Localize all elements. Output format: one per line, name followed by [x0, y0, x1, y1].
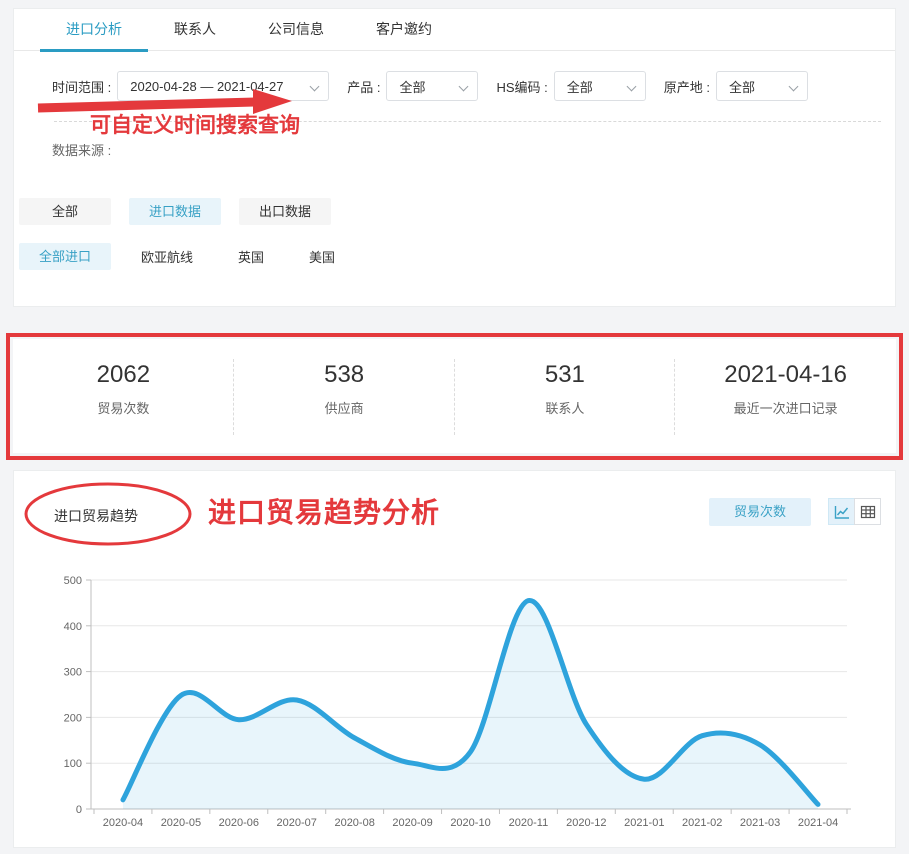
y-axis-label: 300 [64, 667, 82, 679]
chevron-down-icon [626, 82, 636, 92]
x-axis-label: 2020-09 [392, 817, 432, 829]
chevron-down-icon [459, 82, 469, 92]
hs-code-select[interactable]: 全部 [554, 71, 646, 101]
product-value: 全部 [399, 77, 425, 96]
x-axis-label: 2020-10 [450, 817, 490, 829]
stat-label: 最近一次进口记录 [675, 398, 896, 417]
origin-select[interactable]: 全部 [716, 71, 808, 101]
stat-label: 贸易次数 [13, 398, 234, 417]
x-axis-label: 2020-08 [334, 817, 374, 829]
x-axis-label: 2020-07 [277, 817, 317, 829]
x-axis-label: 2020-11 [509, 817, 549, 829]
y-axis-label: 500 [64, 575, 82, 587]
route-us-item[interactable]: 美国 [309, 247, 335, 266]
chart-title: 进口贸易趋势 [54, 506, 138, 526]
trend-area-chart: 0 100 200 300 400 500 2020-04 2020-05 2020-06 202… [14, 559, 897, 849]
stat-value: 531 [455, 361, 676, 389]
time-range-value: 2020-04-28 — 2021-04-27 [130, 79, 283, 94]
route-all-import-button[interactable]: 全部进口 [19, 243, 111, 270]
type-export-button[interactable]: 出口数据 [239, 198, 331, 225]
trend-chart-panel: 进口贸易趋势 贸易次数 0 100 200 300 400 500 2020-04 2020-… [13, 470, 896, 848]
origin-value: 全部 [729, 77, 755, 96]
stat-label: 供应商 [234, 398, 455, 417]
route-row: 全部进口 欧亚航线 英国 美国 [19, 243, 380, 270]
stat-trade-count: 2062 贸易次数 [13, 339, 234, 453]
line-chart-icon [834, 504, 850, 520]
tab-bar: 进口分析 联系人 公司信息 客户邀约 [14, 9, 895, 51]
chart-type-toggle [828, 498, 881, 525]
table-icon [860, 504, 876, 520]
stat-last-import: 2021-04-16 最近一次进口记录 [675, 339, 896, 453]
stat-value: 2021-04-16 [675, 361, 896, 389]
type-all-button[interactable]: 全部 [19, 198, 111, 225]
y-axis-label: 100 [64, 758, 82, 770]
stat-value: 538 [234, 361, 455, 389]
data-type-row: 全部 进口数据 出口数据 [19, 198, 349, 225]
product-label: 产品 : [347, 77, 380, 96]
x-axis-label: 2020-12 [566, 817, 606, 829]
chevron-down-icon [310, 82, 320, 92]
x-axis-label: 2021-03 [740, 817, 780, 829]
route-eurasia-item[interactable]: 欧亚航线 [141, 247, 193, 266]
stat-suppliers: 538 供应商 [234, 339, 455, 453]
page: { "tabs": [ { "label": "进口分析", "active":… [0, 0, 909, 848]
origin-label: 原产地 : [664, 77, 710, 96]
trend-chart-svg: 0 100 200 300 400 500 2020-04 2020-05 2020-06 202… [14, 559, 897, 849]
x-axis-label: 2021-04 [798, 817, 838, 829]
tab-company-info[interactable]: 公司信息 [242, 9, 350, 51]
hs-code-label: HS编码 : [496, 77, 547, 96]
x-axis-label: 2020-05 [161, 817, 201, 829]
filter-panel: 进口分析 联系人 公司信息 客户邀约 时间范围 : 2020-04-28 — 2… [13, 8, 896, 307]
product-select[interactable]: 全部 [386, 71, 478, 101]
tab-contacts[interactable]: 联系人 [148, 9, 242, 51]
y-axis-label: 200 [64, 712, 82, 724]
x-axis-label: 2020-04 [103, 817, 143, 829]
time-range-label: 时间范围 : [52, 77, 111, 96]
stat-label: 联系人 [455, 398, 676, 417]
filter-row: 时间范围 : 2020-04-28 — 2021-04-27 产品 : 全部 H… [52, 71, 826, 101]
y-axis-label: 400 [64, 621, 82, 633]
tab-customer-invite[interactable]: 客户邀约 [350, 9, 458, 51]
dashed-divider [54, 121, 881, 122]
hs-code-value: 全部 [567, 77, 593, 96]
x-axis-label: 2020-06 [219, 817, 259, 829]
y-axis-label: 0 [76, 804, 82, 816]
table-view-button[interactable] [854, 498, 881, 525]
x-axis-label: 2021-01 [624, 817, 664, 829]
trend-area-fill [123, 600, 818, 809]
type-import-button[interactable]: 进口数据 [129, 198, 221, 225]
line-chart-view-button[interactable] [828, 498, 855, 525]
trade-count-series-button[interactable]: 贸易次数 [709, 498, 811, 526]
data-source-label: 数据来源 : [52, 140, 111, 159]
tab-import-analysis[interactable]: 进口分析 [40, 9, 148, 51]
route-uk-item[interactable]: 英国 [238, 247, 264, 266]
chevron-down-icon [789, 82, 799, 92]
stats-panel: 2062 贸易次数 538 供应商 531 联系人 2021-04-16 最近一… [13, 339, 896, 453]
stat-contacts: 531 联系人 [455, 339, 676, 453]
time-range-select[interactable]: 2020-04-28 — 2021-04-27 [117, 71, 329, 101]
stat-value: 2062 [13, 361, 234, 389]
x-axis-label: 2021-02 [682, 817, 722, 829]
